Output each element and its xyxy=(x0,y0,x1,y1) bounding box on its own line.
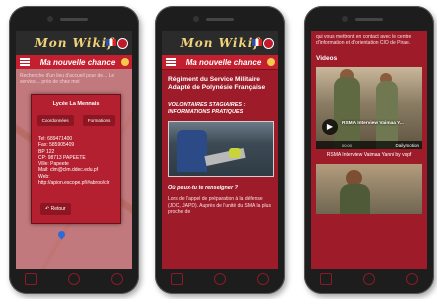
menu-icon[interactable] xyxy=(166,58,176,66)
menu-icon[interactable] xyxy=(20,58,30,66)
app-logo: Mon Wikif xyxy=(180,36,260,50)
emblem-icon xyxy=(263,38,274,49)
coordinates-button[interactable]: Coordonnées xyxy=(36,115,74,126)
video-player[interactable]: ▶ RSMA Interview Vaimaa Y... 00:00 Daily… xyxy=(316,67,422,149)
title-bar: Ma nouvelle chance xyxy=(162,55,278,70)
article-photo xyxy=(168,121,274,177)
videos-content: qui vous mettront en contact avec le cen… xyxy=(311,31,427,217)
video-caption[interactable]: RSMA Interview Vaimaa Yanni by vspf xyxy=(316,152,422,158)
video-thumbnail-2[interactable] xyxy=(316,164,422,214)
photo-figure xyxy=(177,130,207,172)
recent-apps-icon[interactable] xyxy=(170,273,183,285)
back-nav-icon[interactable] xyxy=(406,273,419,285)
video-title: RSMA Interview Vaimaa Y... xyxy=(342,121,404,126)
recent-apps-icon[interactable] xyxy=(319,273,332,285)
phone-mockup-3: qui vous mettront en contact avec le cen… xyxy=(304,6,434,294)
question-heading: Où peux-tu te renseigner ? xyxy=(168,185,238,191)
phone-nav-bar xyxy=(304,270,434,288)
sun-icon xyxy=(121,58,129,66)
article-heading: Régiment du Service Militaire Adapté de … xyxy=(168,76,266,91)
speaker-grille xyxy=(60,18,88,21)
videos-heading: Videos xyxy=(316,55,338,62)
article-content: Régiment du Service Militaire Adapté de … xyxy=(162,70,278,222)
video-figure xyxy=(340,184,370,214)
intro-text: qui vous mettront en contact avec le cen… xyxy=(316,34,412,46)
contact-info: Tel: 689471400 Fax: 585905409 BP 122 CP:… xyxy=(38,136,120,186)
modal-title: Lycée La Mennais xyxy=(52,101,100,107)
recent-apps-icon[interactable] xyxy=(24,273,37,285)
home-icon[interactable] xyxy=(67,273,80,285)
back-nav-icon[interactable] xyxy=(111,273,124,285)
camera-icon xyxy=(47,16,53,22)
phone-mockup-2: Mon Wikif Ma nouvelle chance Régiment du… xyxy=(155,6,285,294)
page-title: Ma nouvelle chance xyxy=(39,57,116,67)
home-icon[interactable] xyxy=(362,273,375,285)
screen-1: Mon Wikif Ma nouvelle chance Recherche d… xyxy=(16,31,132,269)
flag-icon xyxy=(106,39,116,46)
speaker-grille xyxy=(206,18,234,21)
article-paragraph: Lors de l'appel de préparation à la défe… xyxy=(168,196,271,215)
screen-2: Mon Wikif Ma nouvelle chance Régiment du… xyxy=(162,31,278,269)
title-bar: Ma nouvelle chance xyxy=(16,55,132,70)
app-logo: Mon Wikif xyxy=(34,36,114,50)
video-figure xyxy=(376,81,398,149)
screen-3: qui vous mettront en contact avec le cen… xyxy=(311,31,427,269)
speaker-grille xyxy=(355,18,383,21)
phone-mockup-1: Mon Wikif Ma nouvelle chance Recherche d… xyxy=(9,6,139,294)
back-button[interactable]: ↶ Retour xyxy=(40,203,71,215)
back-label: Retour xyxy=(50,206,66,212)
web-link[interactable]: http://apion.escope.pf/#abroo/clr xyxy=(38,180,120,186)
camera-icon xyxy=(342,16,348,22)
back-nav-icon[interactable] xyxy=(257,273,270,285)
map-description: Recherche d'un lieu d'accueil pour de...… xyxy=(20,73,115,85)
flag-icon xyxy=(252,39,262,46)
home-icon[interactable] xyxy=(213,273,226,285)
page-title: Ma nouvelle chance xyxy=(185,57,262,67)
emblem-icon xyxy=(117,38,128,49)
logo-band: Mon Wikif xyxy=(162,31,278,55)
phone-nav-bar xyxy=(9,270,139,288)
play-icon[interactable]: ▶ xyxy=(322,119,338,135)
article-subheading: VOLONTAIRES STAGIAIRES : INFORMATIONS PR… xyxy=(168,102,246,115)
phone-nav-bar xyxy=(155,270,285,288)
modal-tabs: Coordonnées Formations xyxy=(32,115,120,126)
photo-glove xyxy=(229,148,241,158)
sun-icon xyxy=(267,58,275,66)
logo-band: Mon Wikif xyxy=(16,31,132,55)
video-brand: Dailymotion xyxy=(395,143,419,148)
camera-icon xyxy=(193,16,199,22)
video-time: 00:00 xyxy=(342,143,353,148)
formations-button[interactable]: Formations xyxy=(82,115,116,126)
video-figure xyxy=(334,77,360,149)
location-modal: Lycée La Mennais Coordonnées Formations … xyxy=(31,94,121,224)
